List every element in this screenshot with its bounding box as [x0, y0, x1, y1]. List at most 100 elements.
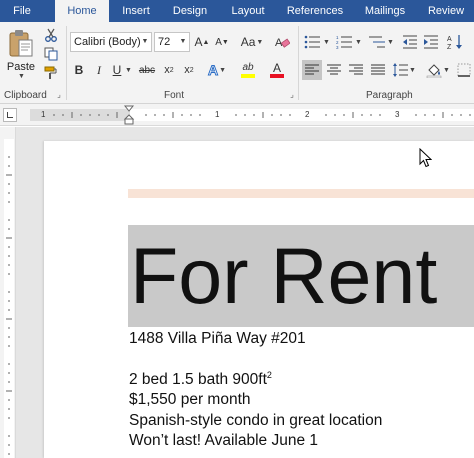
decrease-indent-button[interactable] — [400, 32, 420, 52]
ruler-number: 2 — [305, 110, 310, 119]
change-case-dropdown-arrow: ▼ — [256, 38, 264, 46]
font-size-dropdown-arrow[interactable]: ▼ — [177, 33, 189, 51]
copy-icon — [44, 47, 58, 61]
increase-indent-button[interactable] — [421, 32, 441, 52]
font-name-value: Calibri (Body) — [74, 36, 141, 48]
increase-indent-icon — [424, 35, 438, 49]
svg-text:A: A — [447, 36, 452, 43]
font-launcher-icon[interactable]: ⌟ — [287, 90, 297, 100]
format-painter-button[interactable] — [42, 64, 60, 82]
font-size-combo[interactable]: 72 ▼ — [154, 32, 190, 52]
grow-font-label: A — [194, 35, 203, 49]
paste-dropdown-arrow[interactable]: ▼ — [18, 73, 25, 80]
description-line[interactable]: Spanish-style condo in great location — [129, 411, 382, 431]
highlight-button[interactable]: ab — [234, 60, 262, 80]
ruler-number: 3 — [395, 110, 400, 119]
line-spacing-dropdown-arrow: ▼ — [409, 66, 416, 74]
multilevel-list-button[interactable]: ▼ — [366, 32, 396, 52]
numbered-list-icon: 1 2 3 — [336, 35, 353, 49]
text-effects-label: A — [207, 62, 219, 79]
scissors-icon — [45, 28, 57, 42]
font-name-dropdown-arrow[interactable]: ▼ — [139, 33, 151, 51]
tab-review[interactable]: Review — [422, 0, 470, 22]
align-left-button[interactable] — [302, 60, 322, 80]
font-color-label: A — [272, 61, 281, 75]
shrink-font-button[interactable]: A ▼ — [213, 32, 231, 52]
underline-dropdown-arrow[interactable]: ▼ — [124, 60, 132, 80]
details-superscript: 2 — [266, 370, 272, 380]
numbering-button[interactable]: 1 2 3 ▼ — [334, 32, 364, 52]
strikethrough-button[interactable]: abc — [136, 60, 158, 80]
font-color-swatch — [270, 74, 284, 78]
font-name-combo[interactable]: Calibri (Body) ▼ — [70, 32, 152, 52]
highlight-label: ab — [242, 62, 254, 73]
line-spacing-icon — [393, 63, 409, 77]
details-line[interactable]: 2 bed 1.5 bath 900ft2 — [129, 370, 272, 390]
line-spacing-button[interactable]: ▼ — [390, 60, 418, 80]
shading-dropdown-arrow: ▼ — [443, 66, 450, 74]
change-case-button[interactable]: Aa ▼ — [238, 32, 266, 52]
vertical-ruler-ticks — [6, 156, 12, 455]
numbering-dropdown-arrow: ▼ — [355, 38, 362, 46]
sort-icon: A Z — [447, 35, 462, 50]
multilevel-list-icon — [369, 36, 386, 48]
shrink-font-label: A — [215, 36, 222, 48]
ruler-number: 1 — [215, 110, 220, 119]
align-right-button[interactable] — [346, 60, 366, 80]
tab-file[interactable]: File — [6, 0, 38, 22]
underline-button[interactable]: U — [110, 60, 124, 80]
align-right-icon — [349, 64, 363, 75]
font-group-label: Font — [164, 90, 185, 101]
vertical-ruler[interactable] — [0, 127, 16, 458]
italic-button[interactable]: I — [90, 60, 108, 80]
superscript-mark: 2 — [189, 66, 194, 74]
group-divider — [66, 26, 67, 100]
tab-references[interactable]: References — [282, 0, 348, 22]
subscript-button[interactable]: x2 — [160, 60, 178, 80]
shading-button[interactable]: ▼ — [424, 60, 452, 80]
superscript-button[interactable]: x2 — [180, 60, 198, 80]
tab-mailings[interactable]: Mailings — [358, 0, 412, 22]
highlight-color-swatch — [241, 74, 255, 78]
underline-caret-icon: ▼ — [125, 66, 132, 74]
document-canvas[interactable]: For Rent 1488 Villa Piña Way #201 2 bed … — [16, 127, 474, 458]
font-color-button[interactable]: A — [264, 60, 290, 80]
horizontal-ruler[interactable]: 1 1 2 3 — [0, 104, 474, 126]
bold-button[interactable]: B — [70, 60, 88, 80]
sort-button[interactable]: A Z — [444, 32, 466, 52]
ruler-number: 1 — [41, 110, 46, 119]
cut-button[interactable] — [42, 26, 60, 44]
bullets-dropdown-arrow: ▼ — [323, 38, 330, 46]
tab-insert[interactable]: Insert — [115, 0, 157, 22]
bullet-list-icon — [304, 35, 321, 49]
price-line[interactable]: $1,550 per month — [129, 390, 251, 410]
availability-line[interactable]: Won’t last! Available June 1 — [129, 431, 318, 451]
align-left-icon — [305, 64, 319, 75]
paste-button[interactable]: Paste ▼ — [4, 26, 38, 82]
justify-button[interactable] — [368, 60, 388, 80]
text-effects-button[interactable]: A ▼ — [204, 60, 230, 80]
tab-layout[interactable]: Layout — [224, 0, 272, 22]
svg-text:3: 3 — [336, 45, 339, 49]
paragraph-group-label: Paragraph — [366, 90, 413, 101]
align-center-button[interactable] — [324, 60, 344, 80]
clipboard-launcher-icon[interactable]: ⌟ — [54, 90, 64, 100]
group-divider — [298, 26, 299, 100]
ruler-ticks — [53, 105, 471, 125]
address-line[interactable]: 1488 Villa Piña Way #201 — [129, 329, 306, 349]
document-page[interactable]: For Rent 1488 Villa Piña Way #201 2 bed … — [44, 141, 474, 458]
tab-design[interactable]: Design — [166, 0, 214, 22]
hanging-indent-marker[interactable] — [123, 114, 135, 120]
bullets-button[interactable]: ▼ — [302, 32, 332, 52]
clear-formatting-button[interactable]: A — [272, 32, 292, 52]
subscript-mark: 2 — [169, 66, 174, 74]
left-indent-marker[interactable] — [124, 118, 134, 125]
document-title[interactable]: For Rent — [130, 225, 437, 327]
copy-button[interactable] — [42, 45, 60, 63]
grow-font-button[interactable]: A ▲ — [193, 32, 211, 52]
borders-button[interactable] — [455, 60, 473, 80]
ribbon: Paste ▼ Clipboard ⌟ Calibri (Body) ▼ 72 … — [0, 22, 474, 104]
tab-home[interactable]: Home — [55, 0, 109, 22]
first-line-indent-marker[interactable] — [123, 105, 135, 112]
details-text: 2 bed 1.5 bath 900ft — [129, 371, 267, 388]
